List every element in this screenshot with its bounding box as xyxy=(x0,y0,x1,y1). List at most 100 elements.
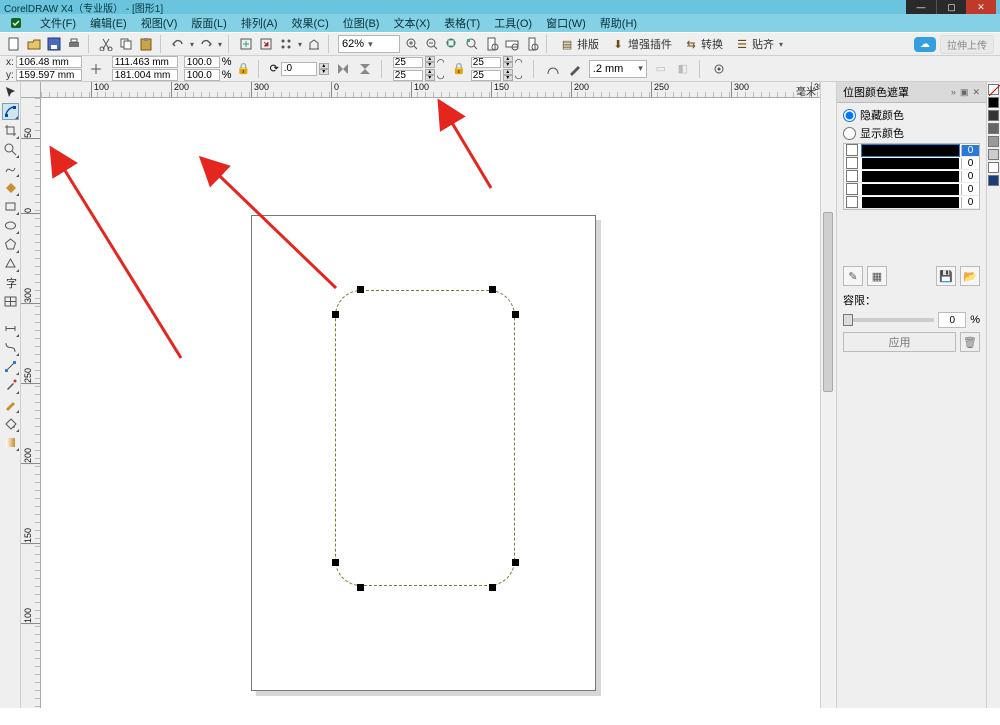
menu-arrange[interactable]: 排列(A) xyxy=(241,15,278,31)
window-maximize[interactable]: ▢ xyxy=(936,0,966,14)
corner-tr-input[interactable] xyxy=(471,57,501,68)
new-icon[interactable] xyxy=(6,36,22,52)
import-icon[interactable] xyxy=(238,36,254,52)
vertical-scrollbar[interactable] xyxy=(820,82,836,708)
color-swatch[interactable] xyxy=(988,149,999,160)
color-swatch[interactable] xyxy=(988,136,999,147)
menu-file[interactable]: 文件(F) xyxy=(40,15,76,31)
corner-br-input[interactable] xyxy=(471,70,501,81)
connector-tool[interactable] xyxy=(2,339,19,356)
corner-node[interactable] xyxy=(332,311,339,318)
menu-table[interactable]: 表格(T) xyxy=(444,15,480,31)
menu-window[interactable]: 窗口(W) xyxy=(546,15,586,31)
enhance-button[interactable]: ⬇增强插件 xyxy=(607,35,676,53)
mask-row[interactable]: 0 xyxy=(844,157,979,170)
app-launcher-icon[interactable] xyxy=(278,36,294,52)
color-swatch[interactable] xyxy=(988,175,999,186)
mirror-h-icon[interactable] xyxy=(335,61,351,77)
zoom-selection-icon[interactable] xyxy=(444,36,460,52)
x-input[interactable] xyxy=(16,56,82,68)
menu-view[interactable]: 视图(V) xyxy=(141,15,178,31)
freehand-tool[interactable] xyxy=(2,160,19,177)
convert-button[interactable]: ⇆转换 xyxy=(680,35,727,53)
fill-tool[interactable] xyxy=(2,415,19,432)
ellipse-tool[interactable] xyxy=(2,217,19,234)
docker-title-bar[interactable]: 位图颜色遮罩 »▣✕ xyxy=(837,82,986,103)
remove-mask-button[interactable]: 🗑 xyxy=(960,332,980,352)
paste-icon[interactable] xyxy=(138,36,154,52)
mask-row[interactable]: 0 xyxy=(844,196,979,209)
zoom-tool[interactable] xyxy=(2,141,19,158)
color-swatch[interactable] xyxy=(988,123,999,134)
scale-y-input[interactable] xyxy=(184,69,220,81)
behind-fill-icon[interactable]: ◧ xyxy=(675,61,691,77)
interactive-fill-tool[interactable] xyxy=(2,434,19,451)
edit-color-button[interactable]: ▦ xyxy=(867,266,887,286)
zoom-height-icon[interactable] xyxy=(524,36,540,52)
snap-button[interactable]: ☰贴齐▾ xyxy=(731,35,787,53)
corner-node[interactable] xyxy=(512,559,519,566)
outline-pen-icon[interactable] xyxy=(567,61,583,77)
rectangle-tool[interactable] xyxy=(2,198,19,215)
docker-close-icon[interactable]: ▣ xyxy=(960,87,969,98)
crop-tool[interactable] xyxy=(2,122,19,139)
rounded-rectangle-selection[interactable] xyxy=(335,290,515,586)
undo-dropdown-icon[interactable]: ▾ xyxy=(190,40,194,49)
outline-width-combo[interactable]: .2 mm▾ xyxy=(589,60,647,78)
docker-x-icon[interactable]: ✕ xyxy=(972,87,980,98)
basic-shapes-tool[interactable] xyxy=(2,255,19,272)
eyedropper-button[interactable]: ✎ xyxy=(843,266,863,286)
copy-icon[interactable] xyxy=(118,36,134,52)
color-swatch[interactable] xyxy=(988,110,999,121)
options-icon[interactable] xyxy=(711,61,727,77)
apply-button[interactable]: 应用 xyxy=(843,332,956,352)
outline-tool[interactable] xyxy=(2,396,19,413)
polygon-tool[interactable] xyxy=(2,236,19,253)
selection-handle[interactable] xyxy=(357,584,364,591)
rotation-input[interactable] xyxy=(281,62,317,76)
window-minimize[interactable]: — xyxy=(906,0,936,14)
zoom-width-icon[interactable] xyxy=(504,36,520,52)
mask-row[interactable]: 0 xyxy=(844,144,979,157)
zoom-all-icon[interactable] xyxy=(464,36,480,52)
dimension-tool[interactable] xyxy=(2,320,19,337)
show-colors-radio[interactable]: 显示颜色 xyxy=(843,125,980,141)
corner-lock-icon[interactable]: 🔒 xyxy=(453,59,465,79)
spin-down[interactable]: ▾ xyxy=(319,69,329,75)
redo-dropdown-icon[interactable]: ▾ xyxy=(218,40,222,49)
smart-fill-tool[interactable] xyxy=(2,179,19,196)
no-fill-swatch[interactable] xyxy=(988,84,999,95)
menu-help[interactable]: 帮助(H) xyxy=(600,15,637,31)
menu-text[interactable]: 文本(X) xyxy=(393,15,430,31)
corner-node[interactable] xyxy=(332,559,339,566)
color-swatch[interactable] xyxy=(988,162,999,173)
spin-down[interactable]: ▾ xyxy=(503,75,513,81)
selection-handle[interactable] xyxy=(489,584,496,591)
welcome-icon[interactable] xyxy=(306,36,322,52)
selection-handle[interactable] xyxy=(489,286,496,293)
wrap-text-icon[interactable]: ▭ xyxy=(653,61,669,77)
spin-down[interactable]: ▾ xyxy=(425,62,435,68)
menu-bitmaps[interactable]: 位图(B) xyxy=(343,15,380,31)
height-input[interactable] xyxy=(112,69,178,81)
vertical-ruler[interactable]: 50 0 300 250 200 150 100 xyxy=(21,98,41,708)
redo-icon[interactable] xyxy=(198,36,214,52)
menu-edit[interactable]: 编辑(E) xyxy=(90,15,127,31)
mask-row[interactable]: 0 xyxy=(844,170,979,183)
save-icon[interactable] xyxy=(46,36,62,52)
layout-button[interactable]: ▤排版 xyxy=(556,35,603,53)
tolerance-slider[interactable] xyxy=(843,318,934,322)
selection-handle[interactable] xyxy=(357,286,364,293)
canvas[interactable] xyxy=(41,98,820,708)
zoom-out-icon[interactable] xyxy=(424,36,440,52)
upload-tag[interactable]: 拉伸上传 xyxy=(940,35,994,54)
lock-ratio-icon[interactable]: 🔒 xyxy=(238,59,250,79)
corner-tl-input[interactable] xyxy=(393,57,423,68)
shape-tool[interactable] xyxy=(2,103,19,120)
text-tool[interactable]: 字 xyxy=(2,274,19,291)
open-icon[interactable] xyxy=(26,36,42,52)
scrollbar-thumb[interactable] xyxy=(823,212,833,392)
eyedropper-tool[interactable] xyxy=(2,377,19,394)
spin-down[interactable]: ▾ xyxy=(425,75,435,81)
launcher-dropdown-icon[interactable]: ▾ xyxy=(298,40,302,49)
